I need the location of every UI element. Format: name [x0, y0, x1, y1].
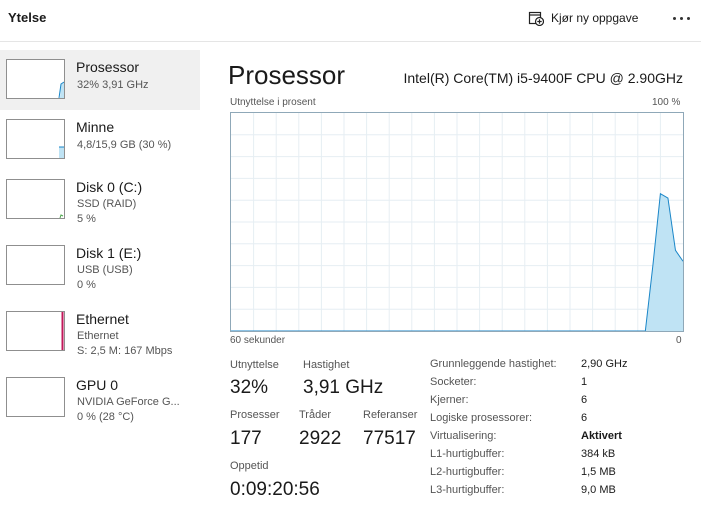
memory-thumbnail-graph	[6, 119, 65, 159]
sidebar-item-sub: Ethernet	[77, 330, 119, 342]
sidebar-item-sub2: 0 % (28 °C)	[77, 411, 134, 423]
info-key: L3-hurtigbuffer:	[430, 484, 505, 496]
sidebar-item-disk1[interactable]: Disk 1 (E:) USB (USB) 0 %	[0, 236, 200, 296]
graph-xlabel: 60 sekunder	[230, 335, 286, 346]
utilization-label: Utnyttelse	[230, 359, 279, 371]
page-title: Ytelse	[8, 10, 47, 25]
disk0-thumbnail-graph	[6, 179, 65, 219]
info-key: L2-hurtigbuffer:	[430, 466, 505, 478]
info-key: Kjerner:	[430, 394, 469, 406]
new-task-button[interactable]: Kjør ny oppgave	[528, 8, 638, 28]
info-value: 1	[581, 376, 588, 388]
new-task-icon	[528, 11, 544, 26]
sidebar-item-prosessor[interactable]: Prosessor 32% 3,91 GHz	[0, 50, 200, 110]
sidebar-item-label: Disk 1 (E:)	[76, 245, 142, 261]
disk1-thumbnail-graph	[6, 245, 65, 285]
graph-ylabel: Utnyttelse i prosent	[230, 97, 316, 108]
sidebar-item-minne[interactable]: Minne 4,8/15,9 GB (30 %)	[0, 110, 200, 170]
info-value: 6	[581, 412, 588, 424]
info-value: Aktivert	[581, 430, 622, 442]
info-key: Grunnleggende hastighet:	[430, 358, 557, 370]
info-value: 2,90 GHz	[581, 358, 628, 370]
header-bar: Ytelse Kjør ny oppgave	[0, 0, 701, 42]
sidebar-item-label: Prosessor	[76, 59, 140, 75]
info-key: Socketer:	[430, 376, 477, 388]
sidebar-item-sub: SSD (RAID)	[77, 198, 137, 210]
threads-value: 2922	[299, 428, 342, 449]
uptime-label: Oppetid	[230, 460, 269, 472]
info-value: 9,0 MB	[581, 484, 616, 496]
sidebar-item-ethernet[interactable]: Ethernet Ethernet S: 2,5 M: 167 Mbps	[0, 302, 200, 362]
sidebar-item-label: Ethernet	[76, 311, 129, 327]
more-dots-icon[interactable]	[670, 8, 692, 28]
processes-value: 177	[230, 428, 262, 449]
processes-label: Prosesser	[230, 409, 280, 421]
speed-label: Hastighet	[303, 359, 350, 371]
sidebar-item-label: Minne	[76, 119, 115, 135]
new-task-label: Kjør ny oppgave	[551, 11, 639, 25]
handles-value: 77517	[363, 428, 416, 449]
sidebar-item-gpu0[interactable]: GPU 0 NVIDIA GeForce G... 0 % (28 °C)	[0, 368, 200, 428]
info-value: 1,5 MB	[581, 466, 616, 478]
info-key: Virtualisering:	[430, 430, 497, 442]
graph-ymax-label: 100 %	[652, 97, 681, 108]
uptime-value: 0:09:20:56	[230, 479, 320, 500]
handles-label: Referanser	[363, 409, 418, 421]
info-value: 6	[581, 394, 588, 406]
sidebar-item-sub2: 5 %	[77, 213, 96, 225]
utilization-value: 32%	[230, 377, 269, 398]
cpu-utilization-graph	[230, 112, 684, 332]
cpu-thumbnail-graph	[6, 59, 65, 99]
sidebar-item-sub: NVIDIA GeForce G...	[77, 396, 180, 408]
sidebar-item-disk0[interactable]: Disk 0 (C:) SSD (RAID) 5 %	[0, 170, 200, 230]
sidebar-item-sub: USB (USB)	[77, 264, 133, 276]
sidebar-item-label: Disk 0 (C:)	[76, 179, 143, 195]
cpu-utilization-chart	[231, 113, 683, 331]
ethernet-thumbnail-graph	[6, 311, 65, 351]
sidebar-item-sub: 32% 3,91 GHz	[77, 79, 149, 91]
sidebar-item-label: GPU 0	[76, 377, 119, 393]
panel-title: Prosessor	[228, 60, 346, 90]
graph-xmin-label: 0	[676, 335, 682, 346]
info-value: 384 kB	[581, 448, 616, 460]
speed-value: 3,91 GHz	[303, 377, 384, 398]
gpu-thumbnail-graph	[6, 377, 65, 417]
cpu-model-name: Intel(R) Core(TM) i5-9400F CPU @ 2.90GHz	[403, 70, 683, 86]
threads-label: Tråder	[299, 409, 331, 421]
info-key: Logiske prosessorer:	[430, 412, 533, 424]
sidebar-item-sub2: S: 2,5 M: 167 Mbps	[77, 345, 173, 357]
sidebar-item-sub: 4,8/15,9 GB (30 %)	[77, 139, 172, 151]
sidebar-item-sub2: 0 %	[77, 279, 96, 291]
info-key: L1-hurtigbuffer:	[430, 448, 505, 460]
